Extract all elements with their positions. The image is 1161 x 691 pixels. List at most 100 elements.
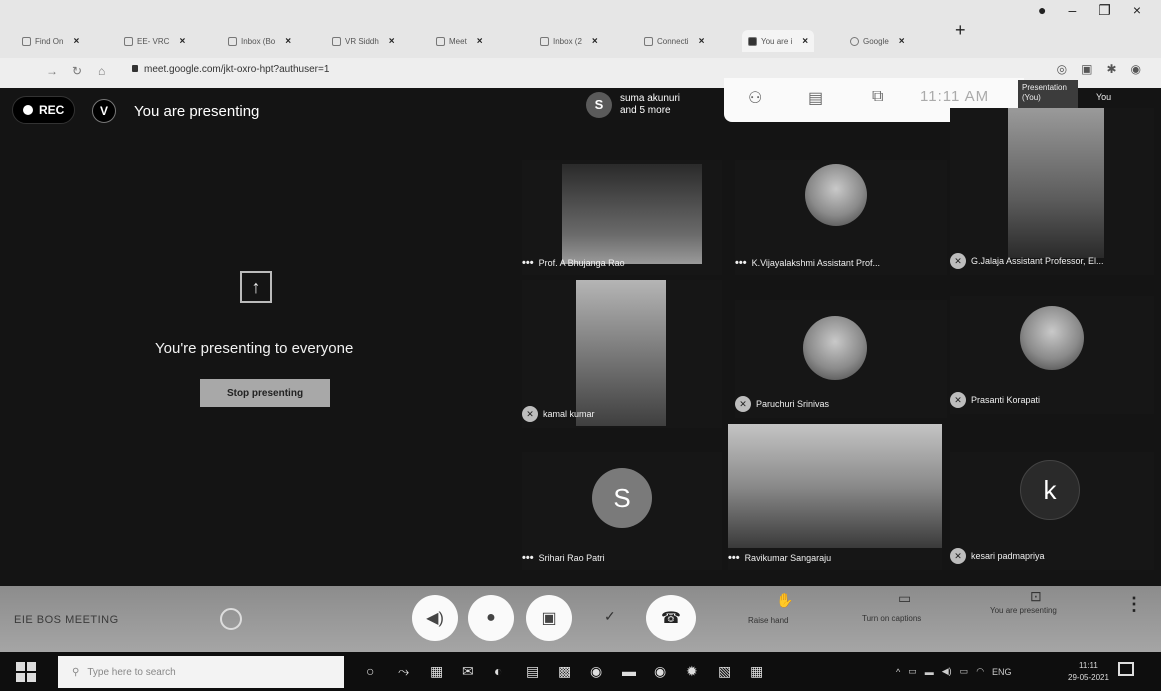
stop-presenting-button[interactable]: Stop presenting [200, 379, 330, 407]
page-title: You are presenting [134, 103, 260, 120]
browser-tab[interactable]: Inbox (Bo × [228, 30, 291, 52]
profile-dot-icon[interactable]: ● [1038, 2, 1046, 19]
meeting-details-icon[interactable] [220, 608, 242, 630]
participant-tile[interactable]: ••• Ravikumar Sangaraju [728, 424, 942, 570]
record-dot-icon [23, 105, 33, 115]
new-tab-icon[interactable]: + [955, 20, 966, 41]
present-button[interactable]: You are presenting [990, 606, 1057, 615]
close-tab-icon[interactable]: × [73, 36, 79, 47]
lock-icon [132, 65, 138, 72]
participant-name: ✕ kamal kumar [522, 406, 595, 422]
meeting-name[interactable]: EIE BOS MEETING [14, 614, 119, 626]
leave-call-button[interactable]: ☎ [646, 595, 696, 641]
participant-name: ✕ G.Jalaja Assistant Professor, El... [950, 253, 1104, 269]
close-tab-icon[interactable]: × [389, 36, 395, 47]
extension-icon[interactable]: ◎ [1057, 62, 1067, 76]
app-icon[interactable]: ◐ [494, 663, 502, 679]
taskbar-search-input[interactable]: ⚲ Type here to search [58, 656, 344, 688]
microphone-button[interactable]: ● [468, 595, 514, 641]
chevron-up-icon[interactable]: ^ [896, 667, 900, 677]
volume-icon[interactable]: ◀) [942, 666, 952, 677]
close-window-icon[interactable]: × [1133, 2, 1141, 19]
participants-summary: suma akunuri and 5 more [620, 93, 681, 116]
app-icon[interactable]: ▧ [718, 663, 731, 680]
app-icon[interactable]: ▩ [558, 663, 571, 680]
raise-hand-button[interactable]: Raise hand [748, 616, 788, 625]
participant-name: ✕ kesari padmapriya [950, 548, 1045, 564]
speaker-button[interactable]: ◀) [412, 595, 458, 641]
network-icon[interactable]: ▭ [908, 666, 917, 677]
back-icon[interactable]: → [46, 64, 58, 78]
browser-tab[interactable]: Google × [850, 30, 905, 52]
camera-button[interactable]: ▣ [526, 595, 572, 641]
browser-tab[interactable]: Inbox (2 × [540, 30, 598, 52]
participant-video [1008, 108, 1104, 258]
participant-tile[interactable]: ✕ Prasanti Korapati [950, 296, 1154, 414]
chat-icon[interactable]: ▤ [808, 88, 823, 108]
home-icon[interactable]: ⌂ [98, 64, 105, 78]
close-tab-icon[interactable]: × [802, 36, 808, 47]
participant-tile[interactable]: ✕ kamal kumar [522, 280, 722, 428]
activities-icon[interactable]: ⧉ [872, 88, 883, 106]
more-options-icon[interactable]: ••• [735, 257, 747, 269]
notifications-icon[interactable] [1118, 662, 1134, 676]
store-icon[interactable]: ▦ [430, 663, 443, 680]
participant-tile[interactable]: S ••• Srihari Rao Patri [522, 452, 722, 570]
participant-tile[interactable]: ••• Prof. A Bhujanga Rao [522, 160, 722, 275]
participant-name: ••• K.Vijayalakshmi Assistant Prof... [735, 257, 880, 269]
taskbar-clock[interactable]: 11:11 29-05-2021 [1068, 660, 1109, 684]
browser-tab[interactable]: Find On × [22, 30, 79, 52]
close-tab-icon[interactable]: × [592, 36, 598, 47]
close-tab-icon[interactable]: × [899, 36, 905, 47]
participant-tile[interactable]: ✕ Paruchuri Srinivas [735, 300, 947, 418]
maximize-icon[interactable]: ❐ [1098, 2, 1111, 19]
reload-icon[interactable]: ↻ [72, 64, 82, 78]
windows-start-icon[interactable] [16, 662, 36, 682]
participant-tile[interactable]: ✕ G.Jalaja Assistant Professor, El... [950, 108, 1154, 275]
chrome-icon[interactable]: ◉ [654, 663, 666, 680]
app-icon[interactable]: ▤ [526, 663, 539, 680]
more-options-icon[interactable]: ••• [728, 552, 740, 564]
settings-icon[interactable]: ✹ [686, 663, 698, 680]
gmail-icon [22, 36, 31, 46]
mail-icon[interactable]: ✉ [462, 663, 474, 680]
captions-button[interactable]: Turn on captions [862, 614, 921, 623]
url-field[interactable]: meet.google.com/jkt-oxro-hpt?authuser=1 [132, 64, 329, 75]
participant-avatar: S [592, 468, 652, 528]
cortana-icon[interactable]: ○ [366, 663, 374, 679]
profile-avatar-icon[interactable]: ◉ [1131, 62, 1141, 76]
battery-icon[interactable]: ▬ [925, 667, 934, 677]
more-options-icon[interactable]: ••• [522, 552, 534, 564]
language-indicator[interactable]: ENG [992, 667, 1012, 677]
browser-tab[interactable]: EE- VRC × [124, 30, 185, 52]
participant-tile[interactable]: ••• K.Vijayalakshmi Assistant Prof... [735, 160, 947, 275]
browser-tab[interactable]: VR Siddh × [332, 30, 395, 52]
display-icon[interactable]: ▭ [960, 666, 969, 677]
close-tab-icon[interactable]: × [179, 36, 185, 47]
close-tab-icon[interactable]: × [477, 36, 483, 47]
wifi-icon[interactable]: ◠ [976, 666, 984, 677]
app-icon[interactable]: ▬ [622, 663, 636, 679]
present-icon[interactable]: ⊡ [1030, 588, 1042, 605]
avatar: S [586, 92, 612, 118]
puzzle-icon[interactable]: ✱ [1106, 62, 1116, 76]
close-tab-icon[interactable]: × [699, 36, 705, 47]
captions-icon[interactable]: ▭ [898, 590, 911, 607]
meet-icon [748, 36, 757, 46]
browser-tab[interactable]: Connecti × [644, 30, 704, 52]
task-view-icon[interactable]: ⤳ [398, 663, 409, 680]
excel-icon[interactable]: ▦ [750, 663, 763, 680]
participants-chip[interactable]: S suma akunuri and 5 more [586, 92, 680, 118]
gmail-icon [228, 36, 237, 46]
browser-tab-active[interactable]: You are i × [742, 30, 815, 52]
people-icon[interactable]: ⚇ [748, 88, 762, 108]
browser-tab[interactable]: Meet × [436, 30, 483, 52]
raise-hand-icon[interactable]: ✋ [776, 592, 793, 609]
minimize-icon[interactable]: – [1068, 2, 1076, 19]
more-options-icon[interactable]: ⋮ [1125, 594, 1143, 615]
more-options-icon[interactable]: ••• [522, 257, 534, 269]
close-tab-icon[interactable]: × [285, 36, 291, 47]
chrome-icon[interactable]: ◉ [590, 663, 602, 680]
participant-tile[interactable]: k ✕ kesari padmapriya [950, 452, 1154, 570]
extension-icon[interactable]: ▣ [1081, 62, 1092, 76]
